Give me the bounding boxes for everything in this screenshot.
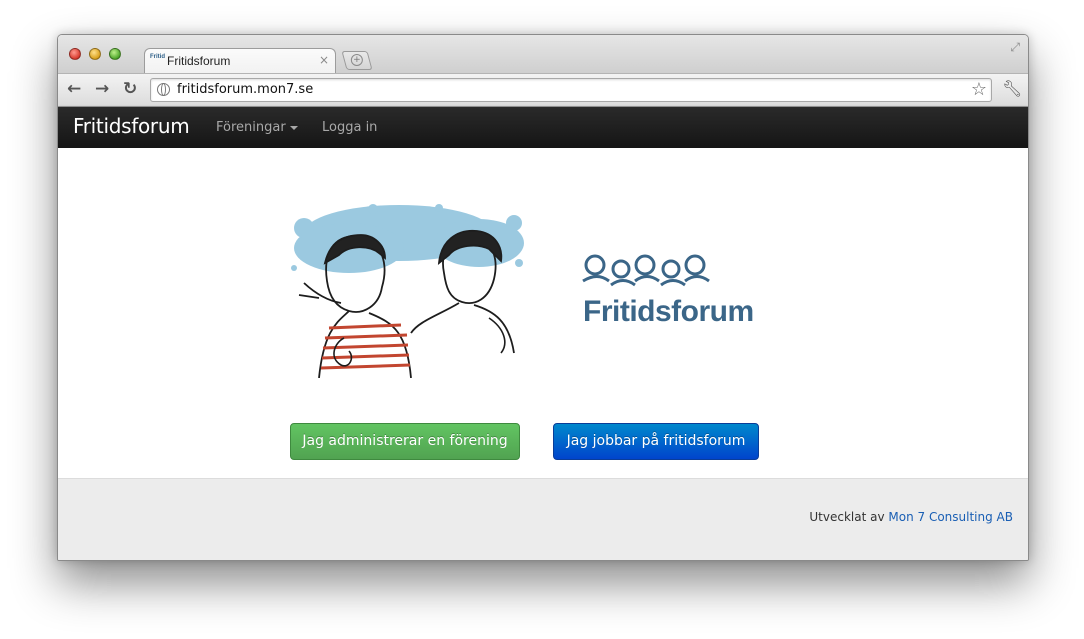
nav-link-foreningar[interactable]: Föreningar <box>216 120 298 135</box>
footer-prefix: Utvecklat av <box>809 510 885 524</box>
tab-favicon-text: Fritid <box>150 54 165 60</box>
star-icon[interactable]: ☆ <box>971 79 987 100</box>
footer-credit: Utvecklat av Mon 7 Consulting AB <box>809 510 1013 524</box>
logo-text: Fritidsforum <box>583 295 754 328</box>
wrench-icon[interactable]: 🔧︎ <box>1002 79 1022 98</box>
tab-close-icon[interactable]: × <box>319 53 329 67</box>
forward-arrow-icon[interactable]: → <box>95 79 109 99</box>
children-illustration <box>291 204 524 378</box>
chevron-down-icon <box>289 125 298 130</box>
logo-people-graphic <box>582 254 710 287</box>
url-text[interactable]: fritidsforum.mon7.se <box>177 82 313 97</box>
browser-toolbar: ← → ↻ fritidsforum.mon7.se ☆ 🔧︎ <box>58 73 1028 107</box>
globe-icon <box>157 83 170 96</box>
maximize-window-button[interactable] <box>109 48 121 60</box>
admin-association-button[interactable]: Jag administrerar en förening <box>290 423 520 460</box>
address-bar[interactable]: fritidsforum.mon7.se ☆ <box>150 78 992 102</box>
close-window-button[interactable] <box>69 48 81 60</box>
nav-link-logga-in[interactable]: Logga in <box>322 120 377 135</box>
main-content: Fritidsforum Jag administrerar en föreni… <box>58 148 1028 478</box>
reload-icon[interactable]: ↻ <box>123 79 137 99</box>
site-navbar: Fritidsforum Föreningar Logga in <box>58 107 1028 148</box>
title-bar: Fritid Fritidsforum × + ⤢ <box>58 35 1028 75</box>
site-footer: Utvecklat av Mon 7 Consulting AB <box>58 478 1028 560</box>
tab-title: Fritidsforum <box>167 54 231 68</box>
staff-login-button[interactable]: Jag jobbar på fritidsforum <box>553 423 759 460</box>
new-tab-button[interactable]: + <box>341 51 373 70</box>
browser-tab[interactable]: Fritid Fritidsforum × <box>144 48 336 75</box>
minimize-window-button[interactable] <box>89 48 101 60</box>
back-arrow-icon[interactable]: ← <box>67 79 81 99</box>
nav-link-foreningar-label: Föreningar <box>216 120 286 135</box>
tab-favicon-icon: Fritid <box>150 54 165 68</box>
fritidsforum-logo: Fritidsforum <box>579 251 764 331</box>
browser-window: Fritid Fritidsforum × + ⤢ ← → ↻ fritidsf… <box>57 34 1029 561</box>
developer-link[interactable]: Mon 7 Consulting AB <box>888 510 1013 524</box>
new-tab-icon: + <box>350 54 363 66</box>
brand-link[interactable]: Fritidsforum <box>73 114 190 138</box>
fullscreen-icon[interactable]: ⤢ <box>1010 40 1020 55</box>
